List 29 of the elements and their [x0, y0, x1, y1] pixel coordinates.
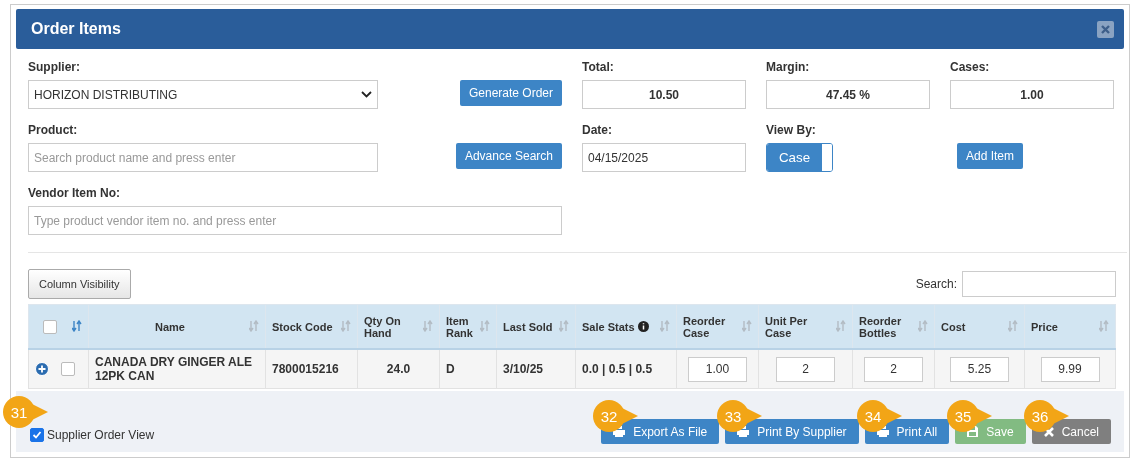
column-title: Qty On Hand [364, 314, 402, 339]
column-title: Stock Code [272, 320, 334, 333]
table-cell: 0.0 | 0.5 | 0.5 [575, 349, 677, 389]
column-title: Sale Stats [582, 320, 656, 333]
column-title: Name [154, 320, 186, 333]
table-cell: 24.0 [357, 349, 440, 389]
field-label: View By: [766, 123, 816, 137]
column-title: Last Sold [503, 320, 554, 333]
callout-tooltip: 31 [2, 395, 48, 429]
dialog-title: Order Items [31, 20, 121, 38]
table-cell: 3/10/25 [496, 349, 576, 389]
field-label: Supplier: [28, 60, 80, 74]
search-label: Search: [915, 277, 957, 291]
column-title: Price [1031, 320, 1059, 333]
field-label: Date: [582, 123, 612, 137]
table-cell: D [439, 349, 497, 389]
checkbox-label: Supplier Order View [47, 428, 155, 442]
field-label: Margin: [766, 60, 810, 74]
field-label: Vendor Item No: [28, 186, 120, 200]
table-cell: 7800015216 [265, 349, 358, 389]
field-label: Product: [28, 123, 78, 137]
column-title: Item Rank [446, 314, 474, 339]
column-title: Reorder Bottles [859, 314, 903, 339]
column-title: Unit Per Case [765, 314, 809, 339]
field-label: Total: [582, 60, 614, 74]
column-title: Cost [941, 320, 967, 333]
table-cell: CANADA DRY GINGER ALE 12PK CAN [88, 349, 266, 389]
field-label: Cases: [950, 60, 990, 74]
column-title: Reorder Case [683, 314, 727, 339]
